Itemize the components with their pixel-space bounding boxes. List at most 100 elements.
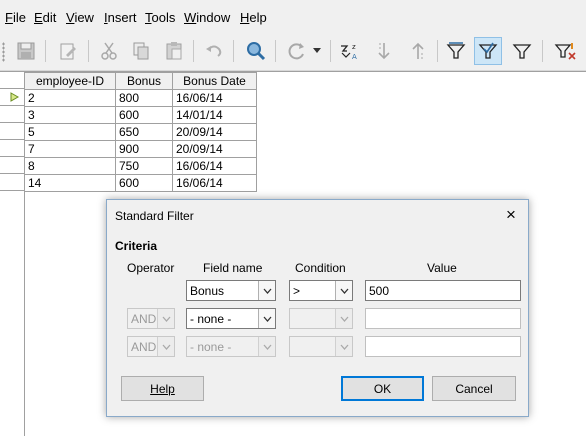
field-name-select-1[interactable]: Bonus bbox=[186, 280, 276, 301]
cell-employee-id[interactable]: 5 bbox=[24, 123, 116, 141]
paste-icon[interactable] bbox=[160, 37, 188, 65]
toolbar-grip[interactable] bbox=[2, 42, 5, 62]
cell-bonus[interactable]: 600 bbox=[115, 174, 173, 192]
value-input-3[interactable] bbox=[365, 336, 521, 357]
value-input-1[interactable]: 500 bbox=[365, 280, 521, 301]
criteria-heading: Criteria bbox=[115, 239, 158, 253]
dialog-title: Standard Filter bbox=[115, 209, 194, 223]
sort-descending-icon[interactable] bbox=[404, 37, 432, 65]
toolbar: zA bbox=[0, 34, 586, 71]
cell-bonus[interactable]: 750 bbox=[115, 157, 173, 175]
condition-value-1: > bbox=[293, 284, 301, 298]
menu-help[interactable]: Help bbox=[240, 10, 267, 25]
column-header-employee-id[interactable]: employee-ID bbox=[24, 72, 116, 90]
operator-select-3[interactable]: AND bbox=[127, 336, 175, 357]
cell-bonus[interactable]: 800 bbox=[115, 89, 173, 107]
column-header-bonus[interactable]: Bonus bbox=[115, 72, 173, 90]
cell-employee-id[interactable]: 14 bbox=[24, 174, 116, 192]
value-column-label: Value bbox=[427, 261, 457, 275]
cancel-button[interactable]: Cancel bbox=[432, 376, 516, 401]
ok-button-label: OK bbox=[373, 381, 392, 396]
row-header-cell[interactable] bbox=[0, 140, 24, 157]
table-row: 2 800 16/06/14 bbox=[24, 89, 257, 107]
row-header-cell[interactable] bbox=[0, 174, 24, 191]
operator-value-2: AND bbox=[131, 312, 157, 326]
field-name-select-3[interactable]: - none - bbox=[186, 336, 276, 357]
field-name-column-label: Field name bbox=[203, 261, 263, 275]
cell-employee-id[interactable]: 8 bbox=[24, 157, 116, 175]
chevron-down-icon[interactable] bbox=[258, 309, 275, 328]
cell-bonus-date[interactable]: 16/06/14 bbox=[172, 157, 257, 175]
dialog-body: Criteria Operator Field name Condition V… bbox=[107, 230, 528, 416]
edit-icon[interactable] bbox=[54, 37, 82, 65]
row-header-cell[interactable] bbox=[0, 123, 24, 140]
chevron-down-icon[interactable] bbox=[258, 281, 275, 300]
cell-bonus-date[interactable]: 16/06/14 bbox=[172, 89, 257, 107]
menu-file[interactable]: File bbox=[5, 10, 26, 25]
cell-bonus-date[interactable]: 20/09/14 bbox=[172, 123, 257, 141]
copy-icon[interactable] bbox=[127, 37, 155, 65]
svg-text:A: A bbox=[352, 53, 357, 61]
chevron-down-icon[interactable] bbox=[335, 337, 352, 356]
ok-button[interactable]: OK bbox=[341, 376, 424, 401]
condition-select-3[interactable] bbox=[289, 336, 353, 357]
refresh-dropdown-icon[interactable] bbox=[310, 37, 324, 65]
row-header-cell[interactable] bbox=[0, 157, 24, 174]
standard-filter-dialog: Standard Filter × Criteria Operator Fiel… bbox=[106, 199, 529, 417]
cell-employee-id[interactable]: 7 bbox=[24, 140, 116, 158]
value-text-1: 500 bbox=[369, 284, 390, 298]
close-icon[interactable]: × bbox=[502, 206, 520, 224]
field-name-value-1: Bonus bbox=[190, 284, 225, 298]
condition-select-1[interactable]: > bbox=[289, 280, 353, 301]
menu-window[interactable]: Window bbox=[184, 10, 230, 25]
table-row: 7 900 20/09/14 bbox=[24, 140, 257, 158]
table-row: 3 600 14/01/14 bbox=[24, 106, 257, 124]
chevron-down-icon[interactable] bbox=[335, 281, 352, 300]
apply-filter-icon[interactable] bbox=[508, 37, 536, 65]
chevron-down-icon[interactable] bbox=[157, 309, 174, 328]
operator-select-2[interactable]: AND bbox=[127, 308, 175, 329]
row-header-cell[interactable] bbox=[0, 72, 24, 89]
menu-view[interactable]: View bbox=[66, 10, 94, 25]
row-header-cell[interactable] bbox=[0, 106, 24, 123]
cell-bonus[interactable]: 650 bbox=[115, 123, 173, 141]
menu-bar: File Edit View Insert Tools Window Help bbox=[0, 0, 586, 34]
cell-bonus-date[interactable]: 20/09/14 bbox=[172, 140, 257, 158]
reset-filter-icon[interactable] bbox=[551, 37, 579, 65]
table-row: 8 750 16/06/14 bbox=[24, 157, 257, 175]
autofilter-icon[interactable] bbox=[442, 37, 470, 65]
chevron-down-icon[interactable] bbox=[335, 309, 352, 328]
row-header-cell-current[interactable] bbox=[0, 89, 24, 106]
sort-ascending-icon[interactable] bbox=[370, 37, 398, 65]
cancel-button-label: Cancel bbox=[455, 381, 493, 396]
field-name-value-3: - none - bbox=[190, 340, 232, 354]
field-name-select-2[interactable]: - none - bbox=[186, 308, 276, 329]
cut-icon[interactable] bbox=[95, 37, 123, 65]
data-table: employee-ID Bonus Bonus Date 2 800 16/06… bbox=[24, 72, 257, 192]
column-header-bonus-date[interactable]: Bonus Date bbox=[172, 72, 257, 90]
find-icon[interactable] bbox=[242, 37, 270, 65]
cell-bonus[interactable]: 600 bbox=[115, 106, 173, 124]
cell-employee-id[interactable]: 3 bbox=[24, 106, 116, 124]
standard-filter-icon[interactable] bbox=[474, 37, 502, 65]
value-input-2[interactable] bbox=[365, 308, 521, 329]
sort-icon[interactable]: zA bbox=[336, 37, 364, 65]
condition-select-2[interactable] bbox=[289, 308, 353, 329]
menu-insert[interactable]: Insert bbox=[104, 10, 137, 25]
cell-bonus-date[interactable]: 14/01/14 bbox=[172, 106, 257, 124]
chevron-down-icon[interactable] bbox=[258, 337, 275, 356]
menu-edit[interactable]: Edit bbox=[34, 10, 56, 25]
refresh-icon[interactable] bbox=[283, 37, 311, 65]
undo-icon[interactable] bbox=[200, 37, 228, 65]
menu-tools[interactable]: Tools bbox=[145, 10, 175, 25]
chevron-down-icon[interactable] bbox=[157, 337, 174, 356]
cell-employee-id[interactable]: 2 bbox=[24, 89, 116, 107]
cell-bonus[interactable]: 900 bbox=[115, 140, 173, 158]
table-row: 14 600 16/06/14 bbox=[24, 174, 257, 192]
row-header bbox=[0, 72, 25, 436]
field-name-value-2: - none - bbox=[190, 312, 232, 326]
cell-bonus-date[interactable]: 16/06/14 bbox=[172, 174, 257, 192]
condition-column-label: Condition bbox=[295, 261, 346, 275]
help-button[interactable]: Help bbox=[121, 376, 204, 401]
save-icon[interactable] bbox=[12, 37, 40, 65]
